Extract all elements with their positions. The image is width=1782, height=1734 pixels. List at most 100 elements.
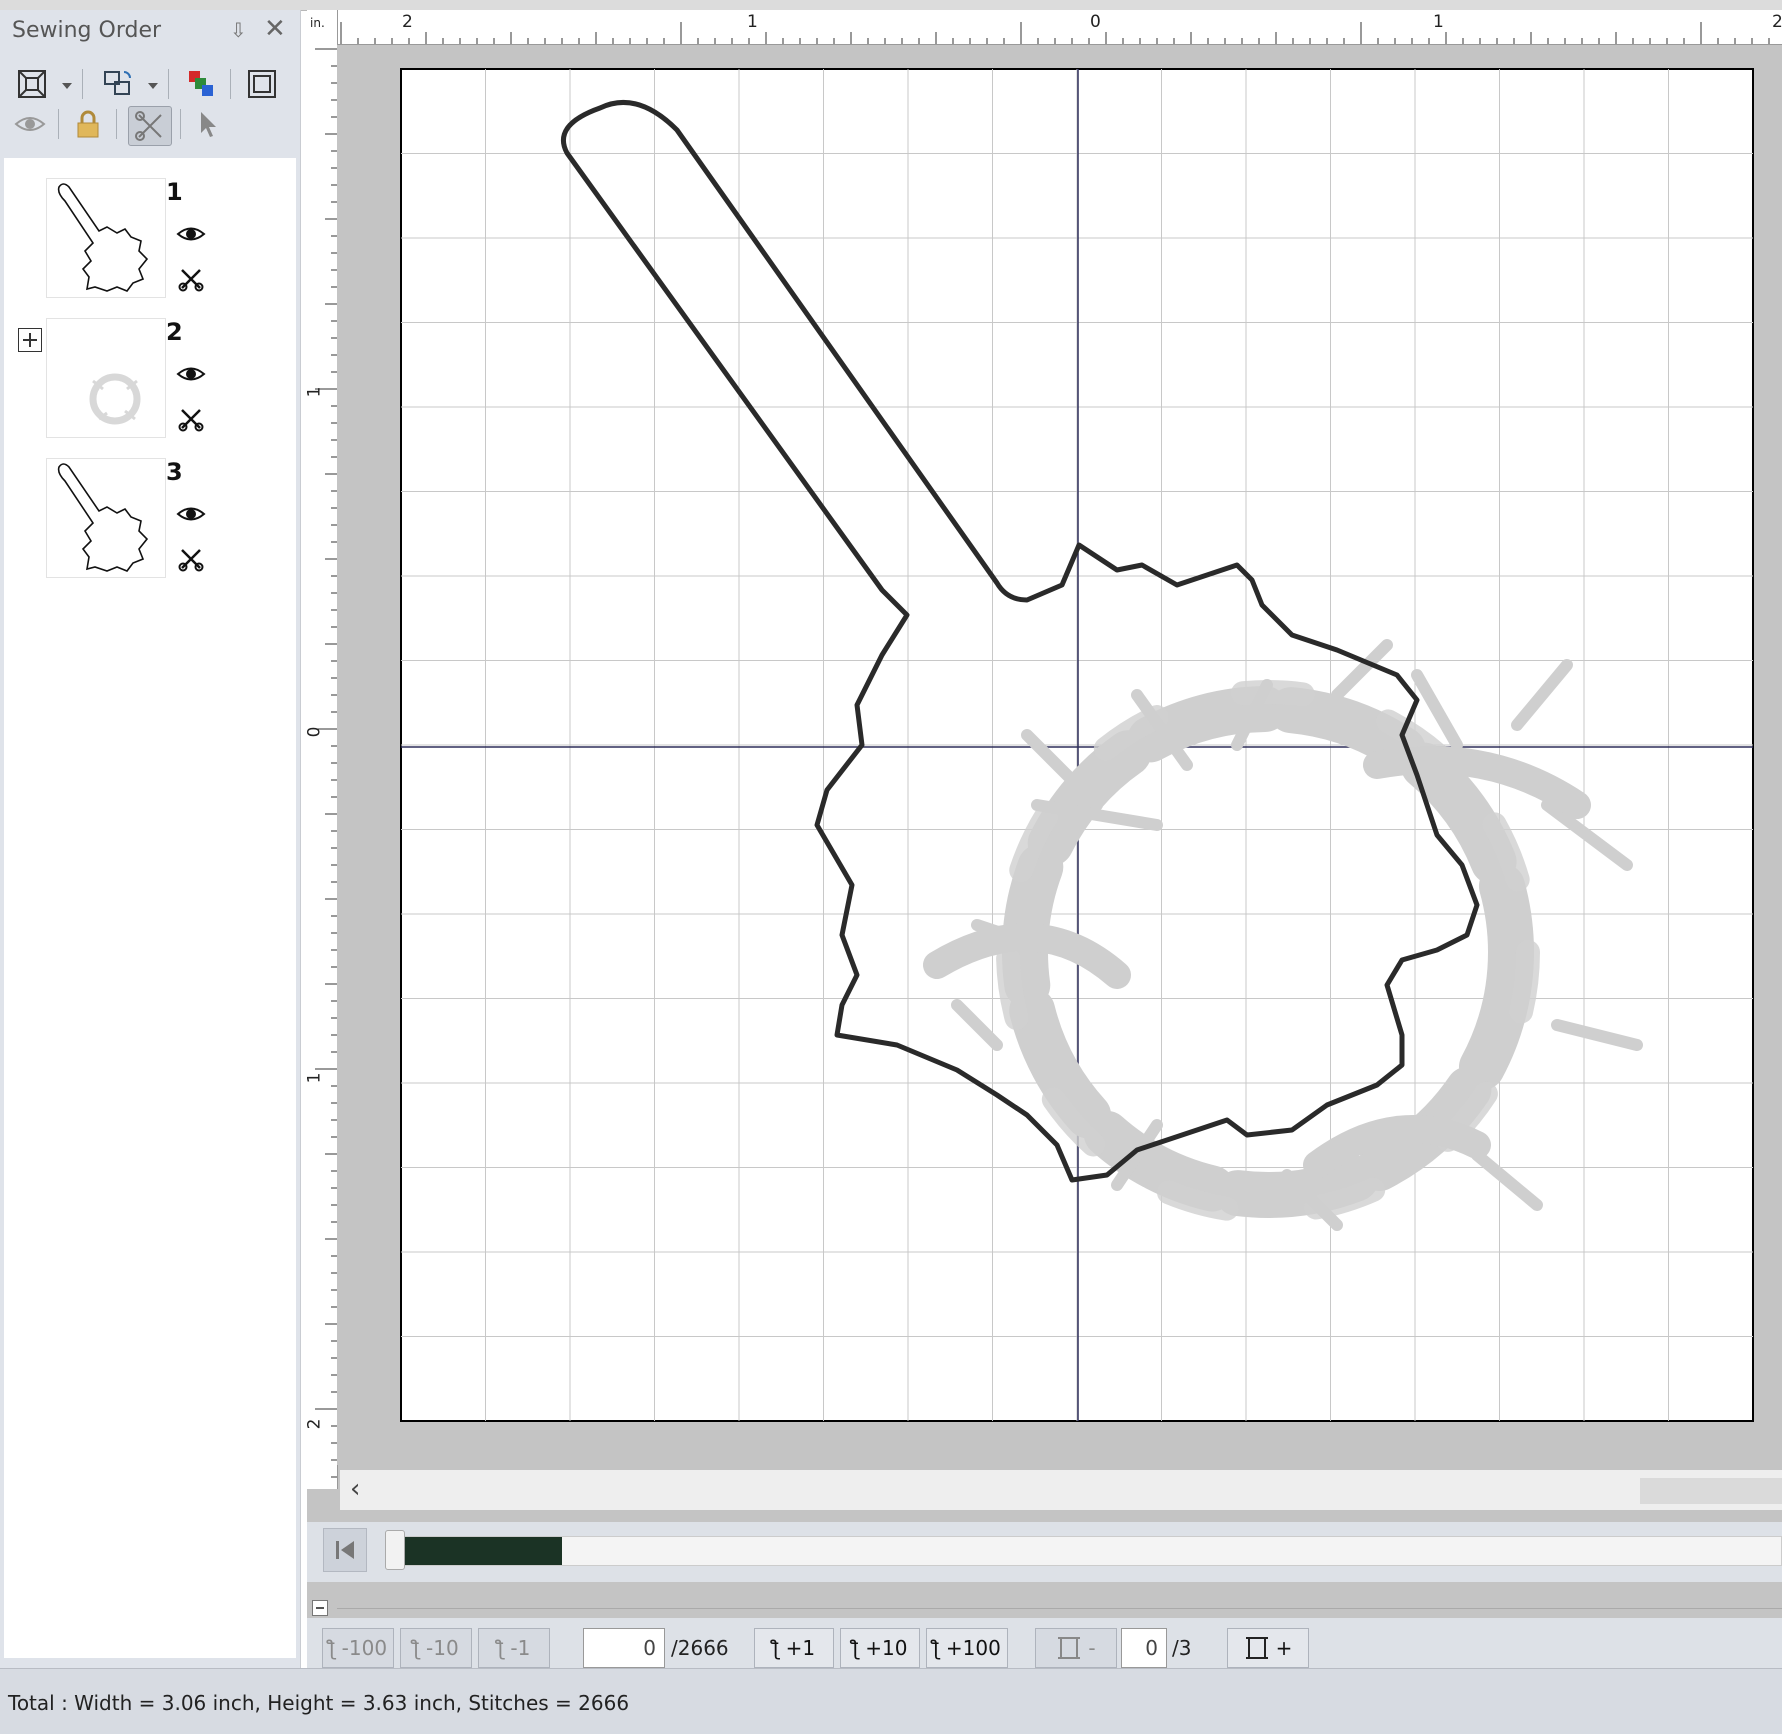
chevron-down-icon[interactable]	[148, 83, 158, 89]
ruler-left: 1 0 1 2	[304, 44, 338, 1489]
collapse-icon[interactable]	[312, 1600, 328, 1616]
button-label: -10	[426, 1636, 459, 1660]
status-text: Total : Width = 3.06 inch, Height = 3.63…	[8, 1691, 630, 1715]
toolbar-separator	[82, 69, 83, 99]
pattern-thumbnail	[46, 318, 166, 438]
list-item[interactable]: 1	[4, 178, 296, 308]
pin-icon[interactable]: ⇩	[230, 18, 247, 42]
toolbar-separator	[230, 69, 231, 99]
expand-icon[interactable]	[18, 328, 42, 352]
toolbar-separator	[168, 69, 169, 99]
button-label: -	[1088, 1636, 1096, 1660]
button-label: -100	[341, 1636, 388, 1660]
eye-icon[interactable]	[176, 504, 206, 524]
scissors-icon[interactable]	[178, 406, 204, 432]
needle-icon: ƪ	[497, 1636, 505, 1660]
ruler-top-label: 1	[1433, 12, 1444, 32]
select-button[interactable]	[190, 106, 226, 142]
needle-icon: ƪ	[328, 1636, 336, 1660]
scrollbar-thumb[interactable]	[1640, 1478, 1782, 1504]
ruler-left-label: 1	[304, 1072, 325, 1084]
color-sort-button[interactable]	[183, 66, 219, 102]
pattern-thumbnail	[46, 178, 166, 298]
needle-icon: ƪ	[933, 1636, 940, 1660]
button-label: +100	[945, 1636, 1001, 1660]
cut-button[interactable]	[128, 106, 172, 146]
stitch-progress-row	[307, 1522, 1782, 1582]
frame-number-input[interactable]: 0	[1121, 1628, 1167, 1668]
fit-view-button[interactable]	[14, 66, 50, 102]
pattern-thumbnail	[46, 458, 166, 578]
item-number: 1	[166, 178, 183, 206]
ruler-left-label: 1	[304, 386, 325, 398]
horizontal-scrollbar[interactable]: ‹	[340, 1470, 1782, 1510]
stitch-total: /2666	[671, 1636, 729, 1660]
embroidery-canvas[interactable]	[337, 45, 1782, 1465]
next-frame-button[interactable]: +	[1227, 1628, 1309, 1668]
eye-icon[interactable]	[176, 364, 206, 384]
frame-total: /3	[1172, 1636, 1192, 1660]
ruler-left-label: 2	[304, 1418, 325, 1430]
needle-icon: ƪ	[772, 1636, 780, 1660]
back-1-button[interactable]: ƪ -1	[478, 1628, 550, 1668]
ruler-left-label: 0	[304, 726, 325, 738]
button-label: +10	[865, 1636, 908, 1660]
back-10-button[interactable]: ƪ -10	[400, 1628, 472, 1668]
list-item[interactable]: 2	[4, 318, 296, 448]
ruler-top-label: 0	[1090, 12, 1101, 32]
view-toggle-button[interactable]	[12, 106, 48, 142]
chevron-down-icon[interactable]	[62, 83, 72, 89]
frame-icon	[248, 70, 276, 98]
scroll-left-icon[interactable]: ‹	[350, 1474, 360, 1504]
previous-frame-button[interactable]: -	[1035, 1628, 1117, 1668]
frame-button[interactable]	[244, 66, 280, 102]
sewing-order-panel: Sewing Order ⇩ ✕ 1 2 3	[0, 10, 301, 1668]
skip-to-start-icon	[336, 1541, 354, 1559]
sewing-order-list: 1 2 3	[4, 158, 296, 1658]
fit-view-icon	[18, 70, 46, 98]
scissors-icon[interactable]	[178, 546, 204, 572]
panel-title: Sewing Order	[12, 18, 162, 43]
sort-order-button[interactable]	[100, 66, 136, 102]
sort-order-icon	[104, 71, 131, 95]
button-label: +	[1275, 1636, 1293, 1660]
scissors-icon[interactable]	[178, 266, 204, 292]
divider	[337, 1608, 1782, 1609]
item-number: 2	[166, 318, 183, 346]
toolbar-separator	[180, 109, 181, 139]
forward-100-button[interactable]: ƪ +100	[926, 1628, 1008, 1668]
close-icon[interactable]: ✕	[264, 14, 286, 44]
ruler-top-label: 2	[1772, 12, 1782, 32]
ruler-unit-label: in.	[310, 16, 325, 30]
toolbar-separator	[116, 109, 117, 139]
button-label: +1	[785, 1636, 816, 1660]
eye-icon[interactable]	[176, 224, 206, 244]
frame-icon	[1245, 1637, 1268, 1659]
scissors-icon	[135, 111, 162, 141]
lock-icon	[77, 110, 99, 138]
ruler-unit: in.	[307, 10, 338, 44]
ruler-top-label: 2	[402, 12, 413, 32]
needle-icon: ƪ	[413, 1636, 421, 1660]
needle-icon: ƪ	[852, 1636, 860, 1660]
design-area: in. 2 1 0 1 2 1 0 1 2 ‹ ƪ -100 ƪ -10 ƪ -…	[304, 10, 1782, 1678]
status-bar: Total : Width = 3.06 inch, Height = 3.63…	[0, 1668, 1782, 1734]
forward-10-button[interactable]: ƪ +10	[840, 1628, 920, 1668]
frame-icon	[1058, 1637, 1081, 1659]
cursor-arrow-icon	[201, 112, 216, 137]
forward-1-button[interactable]: ƪ +1	[754, 1628, 834, 1668]
color-blocks-icon	[189, 71, 213, 96]
go-to-start-button[interactable]	[323, 1528, 367, 1572]
toolbar-separator	[58, 109, 59, 139]
progress-fill	[396, 1537, 563, 1565]
item-number: 3	[166, 458, 183, 486]
stitch-number-input[interactable]: 0	[583, 1628, 665, 1668]
lock-button[interactable]	[70, 106, 106, 142]
progress-slider-handle[interactable]	[385, 1530, 405, 1570]
button-label: -1	[510, 1636, 531, 1660]
ruler-top-label: 1	[747, 12, 758, 32]
stitch-progress-bar[interactable]	[395, 1536, 1782, 1566]
eye-icon	[14, 117, 46, 131]
back-100-button[interactable]: ƪ -100	[322, 1628, 394, 1668]
list-item[interactable]: 3	[4, 458, 296, 588]
